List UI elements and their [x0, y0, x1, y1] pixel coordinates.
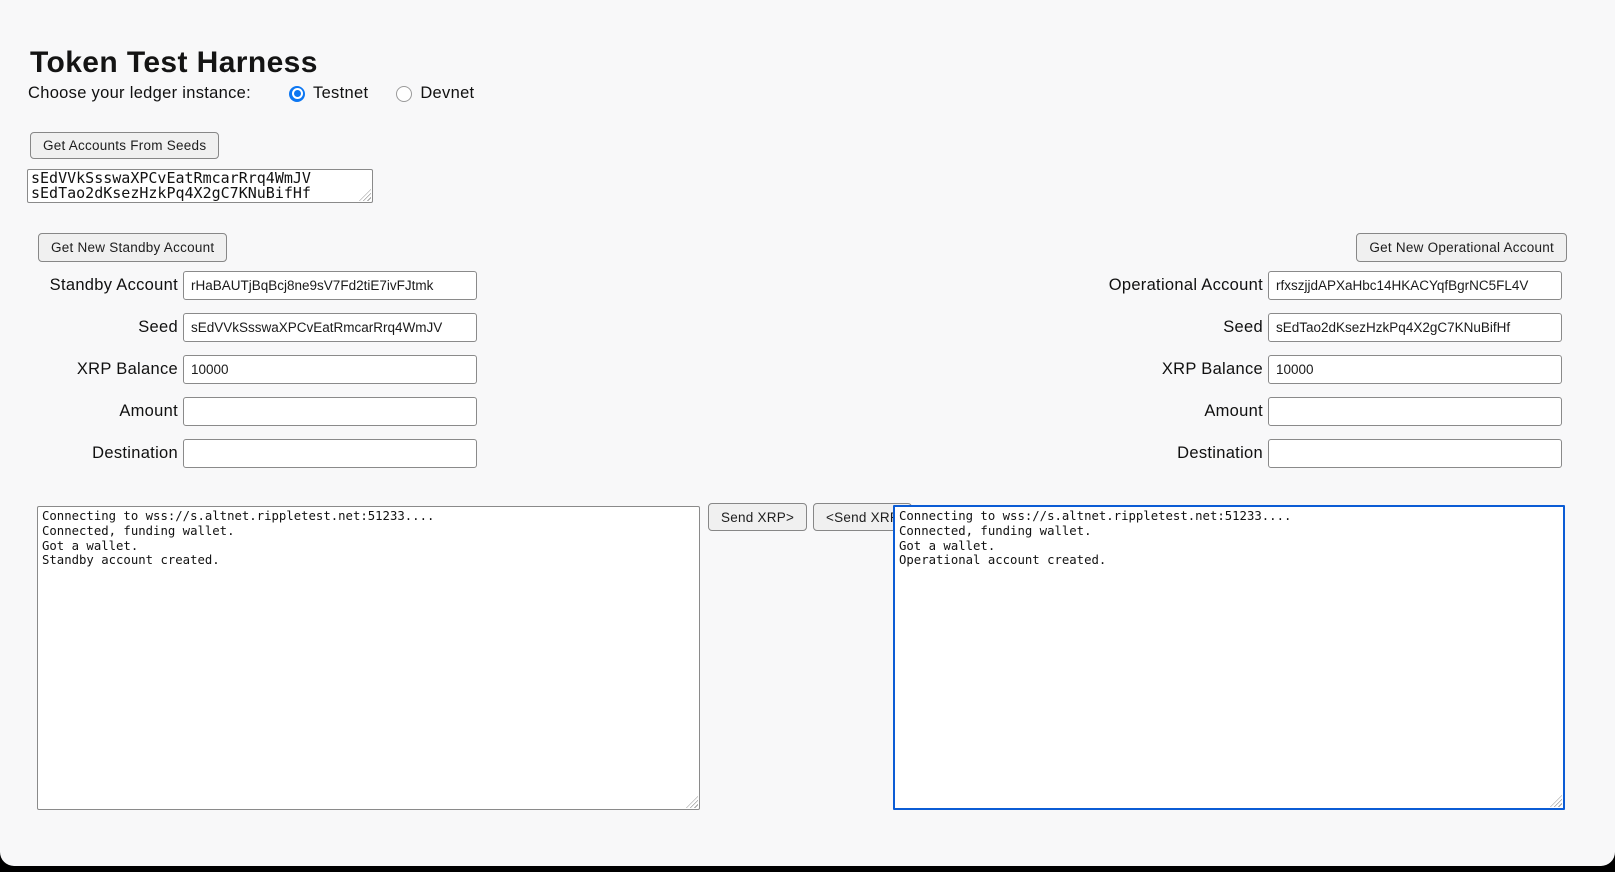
- operational-account-row: Operational Account: [1053, 271, 1562, 300]
- standby-seed-row: Seed: [28, 313, 477, 342]
- ledger-instance-chooser: Choose your ledger instance: Testnet Dev…: [28, 84, 502, 103]
- operational-destination-row: Destination: [1053, 439, 1562, 468]
- operational-account-label: Operational Account: [1109, 276, 1263, 295]
- standby-balance-input[interactable]: [183, 355, 477, 384]
- operational-destination-input[interactable]: [1268, 439, 1562, 468]
- standby-balance-label: XRP Balance: [77, 360, 178, 379]
- standby-destination-label: Destination: [92, 444, 178, 463]
- standby-seed-input[interactable]: [183, 313, 477, 342]
- operational-destination-label: Destination: [1177, 444, 1263, 463]
- devnet-radio-option[interactable]: Devnet: [396, 84, 474, 103]
- operational-results-textarea[interactable]: Connecting to wss://s.altnet.rippletest.…: [893, 505, 1565, 810]
- testnet-radio-option[interactable]: Testnet: [289, 84, 368, 103]
- send-xrp-right-button[interactable]: Send XRP>: [708, 503, 807, 531]
- standby-results-textarea[interactable]: Connecting to wss://s.altnet.rippletest.…: [37, 506, 700, 810]
- operational-balance-input[interactable]: [1268, 355, 1562, 384]
- devnet-radio-label: Devnet: [420, 84, 474, 103]
- devnet-radio-icon[interactable]: [396, 86, 412, 102]
- testnet-radio-label: Testnet: [313, 84, 368, 103]
- seeds-textarea[interactable]: sEdVVkSsswaXPCvEatRmcarRrq4WmJV sEdTao2d…: [27, 169, 373, 203]
- standby-amount-row: Amount: [28, 397, 477, 426]
- operational-balance-label: XRP Balance: [1162, 360, 1263, 379]
- operational-seed-label: Seed: [1223, 318, 1263, 337]
- standby-seed-label: Seed: [138, 318, 178, 337]
- operational-form: Operational Account Seed XRP Balance Amo…: [1053, 271, 1562, 481]
- page-title: Token Test Harness: [30, 46, 318, 80]
- operational-amount-input[interactable]: [1268, 397, 1562, 426]
- ledger-instance-label: Choose your ledger instance:: [28, 84, 251, 103]
- operational-account-input[interactable]: [1268, 271, 1562, 300]
- get-accounts-from-seeds-button[interactable]: Get Accounts From Seeds: [30, 132, 219, 159]
- operational-seed-row: Seed: [1053, 313, 1562, 342]
- standby-account-row: Standby Account: [28, 271, 477, 300]
- standby-destination-row: Destination: [28, 439, 477, 468]
- operational-amount-row: Amount: [1053, 397, 1562, 426]
- standby-account-input[interactable]: [183, 271, 477, 300]
- standby-account-label: Standby Account: [50, 276, 178, 295]
- testnet-radio-icon[interactable]: [289, 86, 305, 102]
- operational-amount-label: Amount: [1204, 402, 1263, 421]
- operational-balance-row: XRP Balance: [1053, 355, 1562, 384]
- standby-amount-label: Amount: [119, 402, 178, 421]
- standby-amount-input[interactable]: [183, 397, 477, 426]
- standby-form: Standby Account Seed XRP Balance Amount …: [28, 271, 477, 481]
- get-new-operational-account-button[interactable]: Get New Operational Account: [1356, 233, 1567, 262]
- standby-balance-row: XRP Balance: [28, 355, 477, 384]
- get-new-standby-account-button[interactable]: Get New Standby Account: [38, 233, 227, 262]
- app-window: Token Test Harness Choose your ledger in…: [0, 0, 1615, 866]
- standby-destination-input[interactable]: [183, 439, 477, 468]
- operational-seed-input[interactable]: [1268, 313, 1562, 342]
